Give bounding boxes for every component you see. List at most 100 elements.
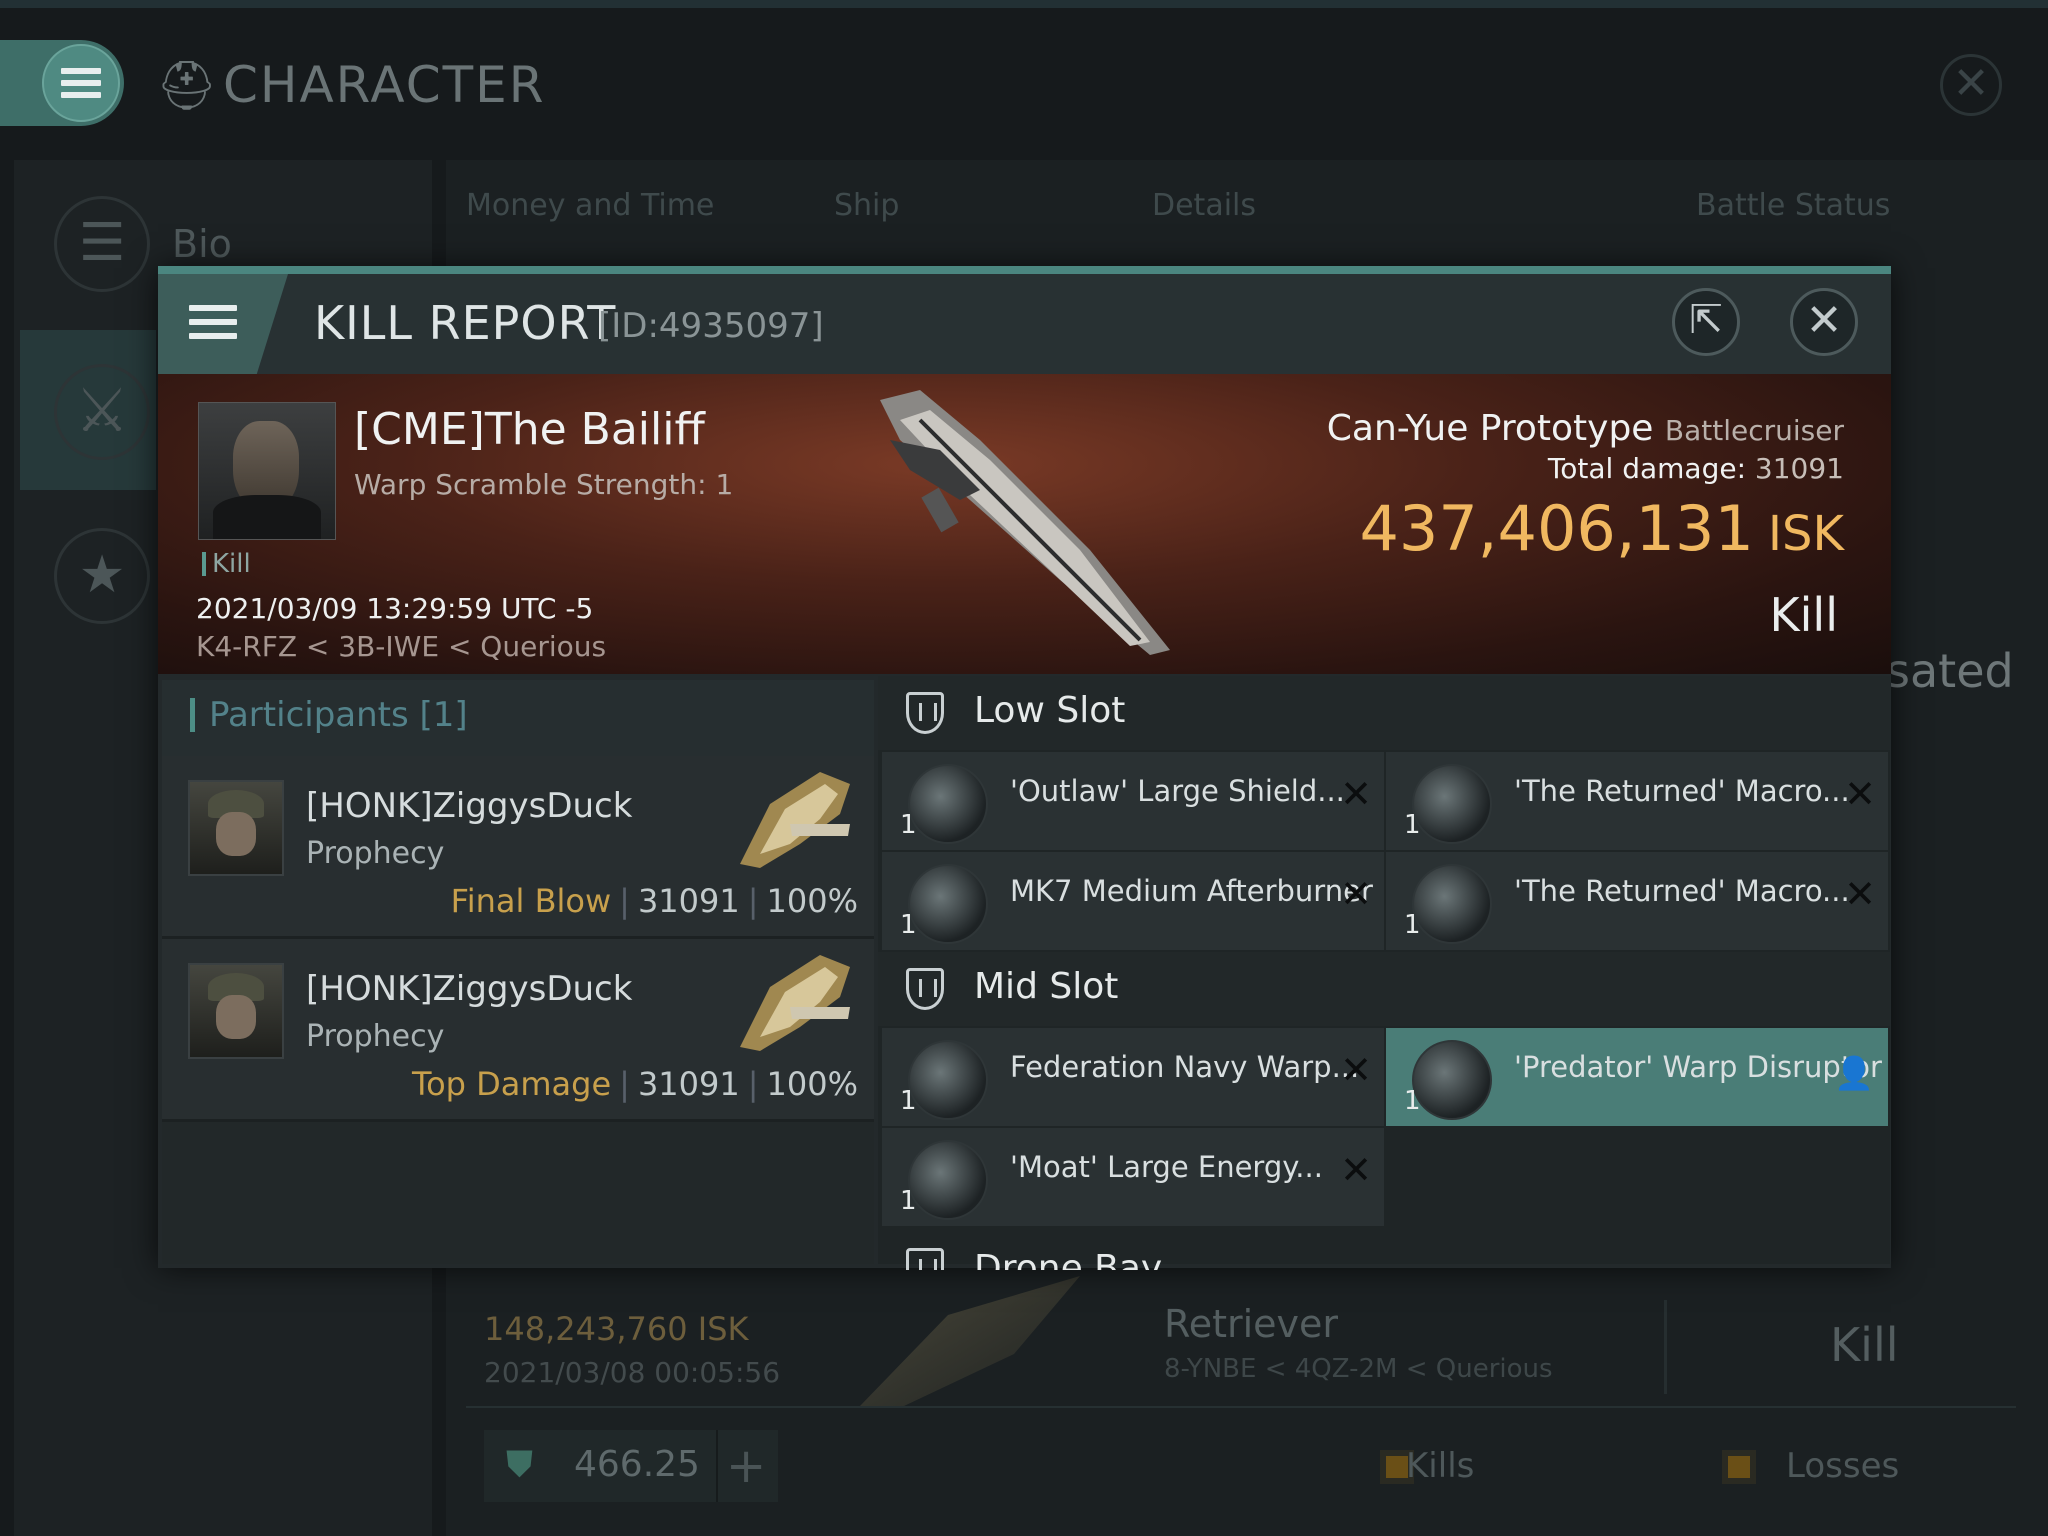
module-item-selected[interactable]: 1 'Predator' Warp Disruptor 👤 bbox=[1386, 1028, 1888, 1126]
page-title: ⛑CHARACTER bbox=[156, 56, 546, 114]
dialog-accent-line bbox=[158, 266, 1891, 274]
module-name: 'The Returned' Macro... bbox=[1514, 874, 1850, 908]
participant-row[interactable]: [HONK]ZiggysDuck Prophecy Final Blow | 310… bbox=[162, 756, 874, 939]
star-icon[interactable]: ★ bbox=[54, 528, 150, 624]
module-item[interactable]: 1 'The Returned' Macro... ✕ bbox=[1386, 752, 1888, 850]
row-ship: Retriever bbox=[1164, 1302, 1339, 1346]
kill-datetime: 2021/03/09 13:29:59 UTC -5 bbox=[196, 592, 594, 625]
close-icon[interactable]: ✕ bbox=[1940, 54, 2002, 116]
row-location: 8-YNBE < 4QZ-2M < Querious bbox=[1164, 1354, 1553, 1384]
main-menu-button[interactable] bbox=[0, 40, 124, 126]
close-icon: ✕ bbox=[1805, 295, 1843, 346]
tab-bar: Money and Time Ship Details Battle Statu… bbox=[466, 188, 1966, 228]
row-isk: 148,243,760 ISK bbox=[484, 1310, 749, 1348]
participant-row[interactable]: [HONK]ZiggysDuck Prophecy Top Damage | 310… bbox=[162, 939, 874, 1122]
destroyed-icon: ✕ bbox=[1844, 772, 1876, 816]
dialog-title: KILL REPORT bbox=[314, 296, 617, 350]
destroyed-icon: ✕ bbox=[1340, 1148, 1372, 1192]
tab-ship[interactable]: Ship bbox=[834, 188, 899, 223]
top-bar bbox=[0, 0, 2048, 8]
kills-legend[interactable]: Kills bbox=[1406, 1446, 1474, 1486]
external-link-icon[interactable]: ⇱ bbox=[1672, 288, 1740, 356]
afterburner-icon bbox=[908, 864, 988, 944]
tab-battle-status[interactable]: Battle Status bbox=[1696, 188, 1890, 223]
warp-disruptor-icon bbox=[1412, 1040, 1492, 1120]
tab-details[interactable]: Details bbox=[1152, 188, 1256, 223]
close-dialog-button[interactable]: ✕ bbox=[1790, 288, 1858, 356]
ship-class: Battlecruiser bbox=[1664, 414, 1844, 447]
victim-portrait[interactable] bbox=[198, 402, 336, 540]
participant-ship: Prophecy bbox=[306, 836, 445, 871]
kill-location[interactable]: K4-RFZ < 3B-IWE < Querious bbox=[196, 630, 606, 663]
participant-damage: 31091 bbox=[637, 882, 740, 920]
list-icon[interactable]: ☰ bbox=[54, 196, 150, 292]
destroyed-icon: ✕ bbox=[1844, 872, 1876, 916]
warp-scrambler-icon bbox=[908, 1040, 988, 1120]
victim-name[interactable]: [CME]The Bailiff bbox=[354, 404, 705, 455]
mid-slot-title: Mid Slot bbox=[974, 966, 1119, 1007]
module-quantity: 1 bbox=[900, 1186, 917, 1216]
energy-module-icon bbox=[908, 1140, 988, 1220]
module-name: 'The Returned' Macro... bbox=[1514, 774, 1850, 808]
participant-ship-image bbox=[740, 772, 850, 868]
total-damage-line: Total damage: 31091 bbox=[1548, 452, 1844, 485]
crossed-swords-icon[interactable]: ⚔ bbox=[54, 364, 150, 460]
participant-damage: 31091 bbox=[637, 1065, 740, 1103]
hamburger-icon bbox=[61, 68, 101, 98]
shield-extender-icon bbox=[908, 764, 988, 844]
low-slot-header: Low Slot bbox=[878, 676, 1890, 750]
module-item[interactable]: 1 'Moat' Large Energy... ✕ bbox=[882, 1128, 1384, 1226]
module-item[interactable]: 1 MK7 Medium Afterburner ✕ bbox=[882, 852, 1384, 950]
isk-value-line: 437,406,131 ISK bbox=[1359, 492, 1844, 565]
participant-stats: Final Blow | 31091 | 100% bbox=[450, 882, 858, 920]
module-name: 'Predator' Warp Disruptor bbox=[1514, 1050, 1882, 1084]
person-icon: 👤 bbox=[1834, 1054, 1874, 1092]
shield-icon: ⛊ bbox=[506, 1444, 534, 1485]
destroyed-icon: ✕ bbox=[1340, 1048, 1372, 1092]
slot-icon bbox=[906, 692, 944, 734]
divider bbox=[1664, 1300, 1667, 1394]
final-blow-label: Final Blow bbox=[450, 882, 612, 920]
turret-icon bbox=[1412, 864, 1492, 944]
row-type: Kill bbox=[1830, 1318, 1899, 1372]
participant-name[interactable]: [HONK]ZiggysDuck bbox=[306, 969, 632, 1009]
kill-id: [ID:4935097] bbox=[598, 306, 824, 346]
participant-avatar[interactable] bbox=[188, 963, 284, 1059]
turret-icon bbox=[1412, 764, 1492, 844]
warp-scramble-strength: Warp Scramble Strength: 1 bbox=[354, 468, 734, 501]
victim-ship-image[interactable] bbox=[860, 380, 1190, 660]
participant-stats: Top Damage | 31091 | 100% bbox=[411, 1065, 858, 1103]
slot-icon bbox=[906, 1248, 944, 1270]
ship-name[interactable]: Can-Yue Prototype bbox=[1327, 408, 1654, 449]
module-quantity: 1 bbox=[1404, 910, 1421, 940]
tab-money-and-time[interactable]: Money and Time bbox=[466, 188, 714, 223]
participant-name[interactable]: [HONK]ZiggysDuck bbox=[306, 786, 632, 826]
character-icon: ⛑ bbox=[156, 58, 219, 114]
module-name: MK7 Medium Afterburner bbox=[1010, 874, 1373, 908]
participant-ship-image bbox=[740, 955, 850, 1051]
module-item[interactable]: 1 'The Returned' Macro... ✕ bbox=[1386, 852, 1888, 950]
module-quantity: 1 bbox=[1404, 1086, 1421, 1116]
participants-title: Participants [1] bbox=[190, 698, 468, 732]
module-item[interactable]: 1 Federation Navy Warp... ✕ bbox=[882, 1028, 1384, 1126]
sidebar-item-bio[interactable]: Bio bbox=[172, 222, 232, 266]
module-name: 'Outlaw' Large Shield... bbox=[1010, 774, 1345, 808]
value-bar: ⛊ 466.25 + bbox=[484, 1430, 778, 1502]
module-name: 'Moat' Large Energy... bbox=[1010, 1150, 1323, 1184]
drone-bay-header: Drone Bay bbox=[878, 1240, 1890, 1270]
total-damage-value: 31091 bbox=[1754, 452, 1844, 485]
module-item[interactable]: 1 'Outlaw' Large Shield... ✕ bbox=[882, 752, 1384, 850]
row-date: 2021/03/08 00:05:56 bbox=[484, 1356, 781, 1389]
module-quantity: 1 bbox=[900, 1086, 917, 1116]
losses-legend[interactable]: Losses bbox=[1786, 1446, 1899, 1486]
participant-percent: 100% bbox=[766, 1065, 858, 1103]
module-quantity: 1 bbox=[900, 910, 917, 940]
low-slot-title: Low Slot bbox=[974, 690, 1126, 731]
kill-tag: Kill bbox=[202, 551, 251, 577]
add-button[interactable]: + bbox=[726, 1438, 766, 1494]
hamburger-icon bbox=[188, 305, 237, 343]
participant-avatar[interactable] bbox=[188, 780, 284, 876]
module-quantity: 1 bbox=[900, 810, 917, 840]
module-name: Federation Navy Warp... bbox=[1010, 1050, 1360, 1084]
value-readout: 466.25 bbox=[574, 1444, 700, 1485]
